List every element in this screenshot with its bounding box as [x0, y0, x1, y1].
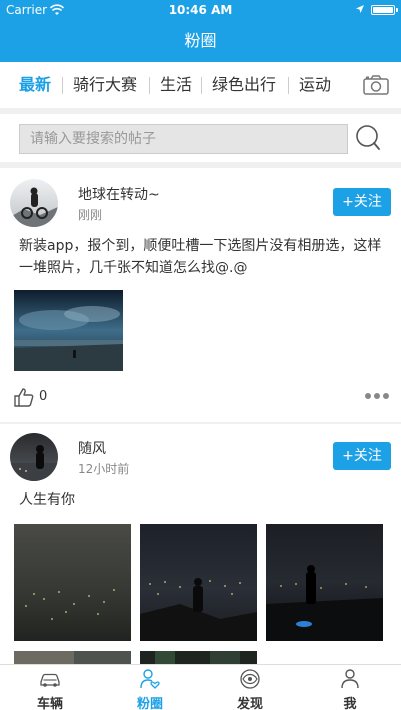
post-photo[interactable] [266, 524, 383, 641]
location-arrow-icon [356, 5, 364, 13]
post-username[interactable]: 随风 [78, 438, 106, 458]
post-photo[interactable] [14, 650, 131, 664]
post-card: 随风 12小时前 +关注 人生有你 [0, 424, 401, 664]
thumbs-up-icon[interactable] [14, 387, 34, 407]
camera-icon[interactable] [363, 74, 389, 96]
post-text: 新装app，报个到，顺便吐槽一下选图片没有相册选，这样一堆照片，几千张不知道怎么… [19, 238, 382, 276]
tab-divider [288, 77, 289, 94]
car-icon [40, 673, 60, 687]
search-area: 请输入要搜索的帖子 [0, 114, 401, 162]
search-icon[interactable] [355, 124, 381, 152]
category-tabs: 最新 骑行大赛 生活 绿色出行 运动 [0, 62, 401, 108]
eye-icon [240, 669, 260, 689]
more-icon[interactable] [364, 392, 390, 400]
post-time: 12小时前 [78, 462, 130, 476]
post-photo[interactable] [14, 290, 123, 371]
tab-label: 粉圈 [136, 697, 163, 710]
tab-life[interactable]: 生活 [160, 74, 192, 96]
avatar[interactable] [10, 179, 58, 227]
person-icon [341, 669, 359, 689]
bottom-tab-bar: 车辆 粉圈 发现 我 [0, 664, 401, 710]
post-username[interactable]: 地球在转动~ [78, 184, 160, 204]
tab-divider [201, 77, 202, 94]
post-card: 地球在转动~ 刚刚 +关注 新装app，报个到，顺便吐槽一下选图片没有相册选，这… [0, 168, 401, 422]
nav-bar: 粉圈 [0, 20, 401, 62]
search-input[interactable]: 请输入要搜索的帖子 [19, 124, 348, 154]
avatar[interactable] [10, 433, 58, 481]
tab-vehicle[interactable]: 车辆 [10, 665, 90, 710]
tab-divider [62, 77, 63, 94]
page-title: 粉圈 [184, 31, 217, 50]
tab-label: 我 [343, 697, 357, 710]
tab-fans-circle[interactable]: 粉圈 [110, 665, 190, 710]
tab-me[interactable]: 我 [310, 665, 390, 710]
tab-sports[interactable]: 运动 [299, 74, 331, 96]
post-text: 人生有你 [19, 492, 75, 508]
battery-icon [371, 5, 395, 15]
post-photo[interactable] [140, 524, 257, 641]
tab-cycling-race[interactable]: 骑行大赛 [73, 74, 137, 96]
tab-label: 发现 [236, 697, 263, 710]
post-photo[interactable] [14, 524, 131, 641]
follow-button[interactable]: +关注 [333, 188, 391, 216]
person-heart-icon [140, 669, 160, 689]
post-photo[interactable] [140, 650, 257, 664]
tab-discover[interactable]: 发现 [210, 665, 290, 710]
status-bar: Carrier 10:46 AM [0, 0, 401, 20]
battery-tip [396, 8, 398, 12]
like-count: 0 [39, 389, 48, 404]
post-time: 刚刚 [78, 208, 103, 222]
follow-button[interactable]: +关注 [333, 442, 391, 470]
tab-divider [149, 77, 150, 94]
tab-green-travel[interactable]: 绿色出行 [212, 74, 276, 96]
clock: 10:46 AM [168, 3, 233, 17]
tab-label: 车辆 [36, 697, 63, 710]
tab-latest[interactable]: 最新 [19, 74, 51, 96]
